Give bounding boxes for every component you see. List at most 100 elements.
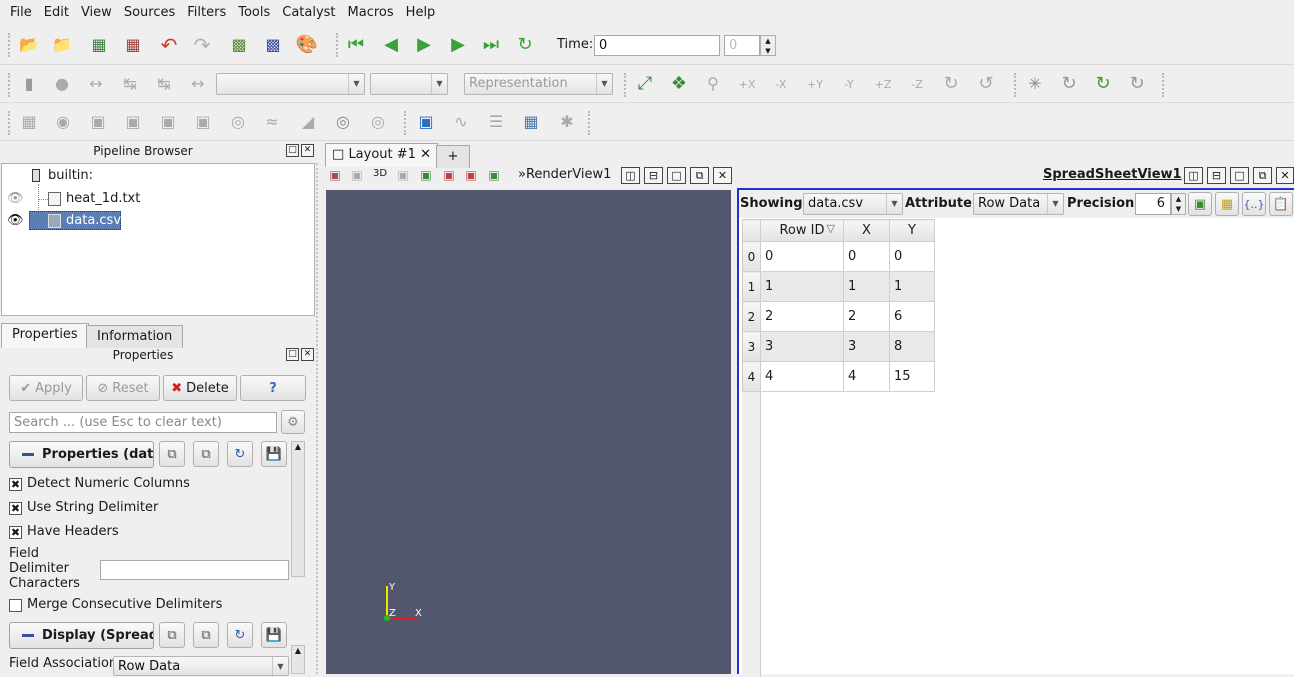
view-plus-z-icon[interactable]: +Z [870,71,896,97]
visibility-eye-icon[interactable]: 👁 [7,213,24,228]
pick-center-icon[interactable]: ↻ [1056,71,1082,97]
table-cell[interactable]: 15 [889,361,935,392]
visibility-eye-icon[interactable]: 👁 [7,191,24,206]
detect-numeric-checkbox[interactable]: ✖ [9,478,22,491]
menu-help[interactable]: Help [400,0,442,25]
table-cell[interactable]: 3 [760,331,844,362]
clip-icon[interactable]: ▣ [85,109,111,135]
table-cell[interactable]: 4 [843,361,890,392]
toggle-cell-connectivity-icon[interactable]: {..} [1242,192,1266,216]
menu-edit[interactable]: Edit [38,0,75,25]
first-frame-icon[interactable]: ⏮ [343,32,369,58]
copy-icon[interactable]: ⧉ [159,441,185,467]
toolbar-grip[interactable] [8,73,11,97]
table-cell[interactable]: 1 [843,271,890,302]
play-icon[interactable]: ▶ [411,32,437,58]
delete-button[interactable]: ✖ Delete [163,375,237,401]
restore-default-icon[interactable]: ↻ [227,622,253,648]
split-horizontal-icon[interactable]: ◫ [1184,167,1203,184]
row-header[interactable]: 2 [742,301,761,332]
toolbar-grip[interactable] [1162,73,1165,97]
table-cell[interactable]: 0 [843,241,890,272]
connect-icon[interactable]: ▩ [226,32,252,58]
group-datasets-icon[interactable]: ◎ [330,109,356,135]
glyph-icon[interactable]: ◎ [225,109,251,135]
toggle-3d-button[interactable]: 3D [373,168,387,179]
maximize-icon[interactable]: □ [667,167,686,184]
rotation-center-icon[interactable]: ↻ [1124,71,1150,97]
python-calc-icon[interactable]: ✱ [554,109,580,135]
view-minus-x-icon[interactable]: -X [768,71,794,97]
add-layout-tab[interactable]: + [436,145,470,168]
loop-icon[interactable]: ↻ [512,32,538,58]
disconnect-icon[interactable]: ▩ [260,32,286,58]
histogram-icon[interactable]: ☰ [483,109,509,135]
toolbar-grip[interactable] [1014,73,1017,97]
warp-icon[interactable]: ◢ [295,109,321,135]
rescale-temporal-icon[interactable]: ↹ [151,71,177,97]
properties-scrollbar[interactable]: ▲ [291,645,305,674]
select-surface-icon[interactable]: ▣ [417,166,435,184]
view-minus-y-icon[interactable]: -Y [836,71,862,97]
split-vertical-icon[interactable]: ⊟ [1207,167,1226,184]
table-row[interactable]: 1 1 1 1 [742,271,935,302]
pipeline-item-heat-1d[interactable]: heat_1d.txt [66,191,140,206]
reset-button[interactable]: ⊘ Reset [86,375,160,401]
toolbar-grip[interactable] [336,33,339,57]
column-header-x[interactable]: X [843,219,890,242]
properties-close-button[interactable]: ✕ [301,348,314,361]
split-horizontal-icon[interactable]: ◫ [621,167,640,184]
representation-select[interactable]: Representation ▼ [464,73,613,95]
plot-selection-icon[interactable]: ▦ [518,109,544,135]
rescale-custom-icon[interactable]: ↹ [117,71,143,97]
rescale-range-icon[interactable]: ↔ [83,71,109,97]
display-section-header[interactable]: Display (SpreadSheetRepresentation) [9,622,154,649]
previous-frame-icon[interactable]: ◀ [378,32,404,58]
table-cell[interactable]: 3 [843,331,890,362]
properties-section-header[interactable]: Properties (data.csv) [9,441,154,468]
zoom-data-icon[interactable]: ❖ [666,71,692,97]
rotate-minus-90-icon[interactable]: ↺ [973,71,999,97]
toolbar-grip[interactable] [8,111,11,135]
capture-disabled-icon[interactable]: ▣ [348,166,366,184]
table-cell[interactable]: 0 [889,241,935,272]
open-file-icon[interactable]: 📂 [16,32,42,58]
view-minus-z-icon[interactable]: -Z [904,71,930,97]
float-view-icon[interactable]: ⧉ [690,167,709,184]
select-points-icon[interactable]: ▣ [440,166,458,184]
table-row[interactable]: 0 0 0 0 [742,241,935,272]
next-frame-icon[interactable]: ▶ [445,32,471,58]
close-view-icon[interactable]: ✕ [713,167,732,184]
restore-default-icon[interactable]: ↻ [227,441,253,467]
showing-select[interactable]: data.csv ▼ [803,193,903,215]
render-view-canvas[interactable]: Y Z X [326,190,731,674]
panel-splitter[interactable] [316,163,321,674]
time-input[interactable]: 0 [594,35,720,56]
view-camera-icon[interactable]: ▣ [394,166,412,184]
row-header[interactable]: 0 [742,241,761,272]
export-spreadsheet-icon[interactable]: 📋 [1269,192,1293,216]
table-row[interactable]: 4 4 4 15 [742,361,935,392]
rotate-plus-90-icon[interactable]: ↻ [938,71,964,97]
close-view-icon[interactable]: ✕ [1276,167,1294,184]
color-component-select[interactable]: ▼ [370,73,448,95]
table-cell[interactable]: 6 [889,301,935,332]
properties-float-button[interactable]: □ [286,348,299,361]
use-string-delim-checkbox[interactable]: ✖ [9,502,22,515]
contour-icon[interactable]: ◉ [50,109,76,135]
toggle-column-visibility-icon[interactable]: ▦ [1215,192,1239,216]
pipeline-root-label[interactable]: builtin: [48,168,93,183]
pipeline-item-data-csv[interactable]: data.csv [66,213,121,228]
tab-properties[interactable]: Properties [1,323,89,348]
tab-layout-1[interactable]: □ Layout #1 ✕ [325,143,438,167]
row-header[interactable]: 1 [742,271,761,302]
extract-level-icon[interactable]: ◎ [365,109,391,135]
apply-button[interactable]: ✔ Apply [9,375,83,401]
properties-search-input[interactable]: Search ... (use Esc to clear text) [9,412,277,433]
color-legend-icon[interactable]: ● [49,71,75,97]
close-tab-icon[interactable]: ✕ [420,147,431,162]
view-plus-x-icon[interactable]: +X [734,71,760,97]
undo-icon[interactable]: ↶ [156,32,182,58]
field-assoc-select[interactable]: Row Data ▼ [113,656,289,677]
last-frame-icon[interactable]: ⏭ [478,32,504,58]
